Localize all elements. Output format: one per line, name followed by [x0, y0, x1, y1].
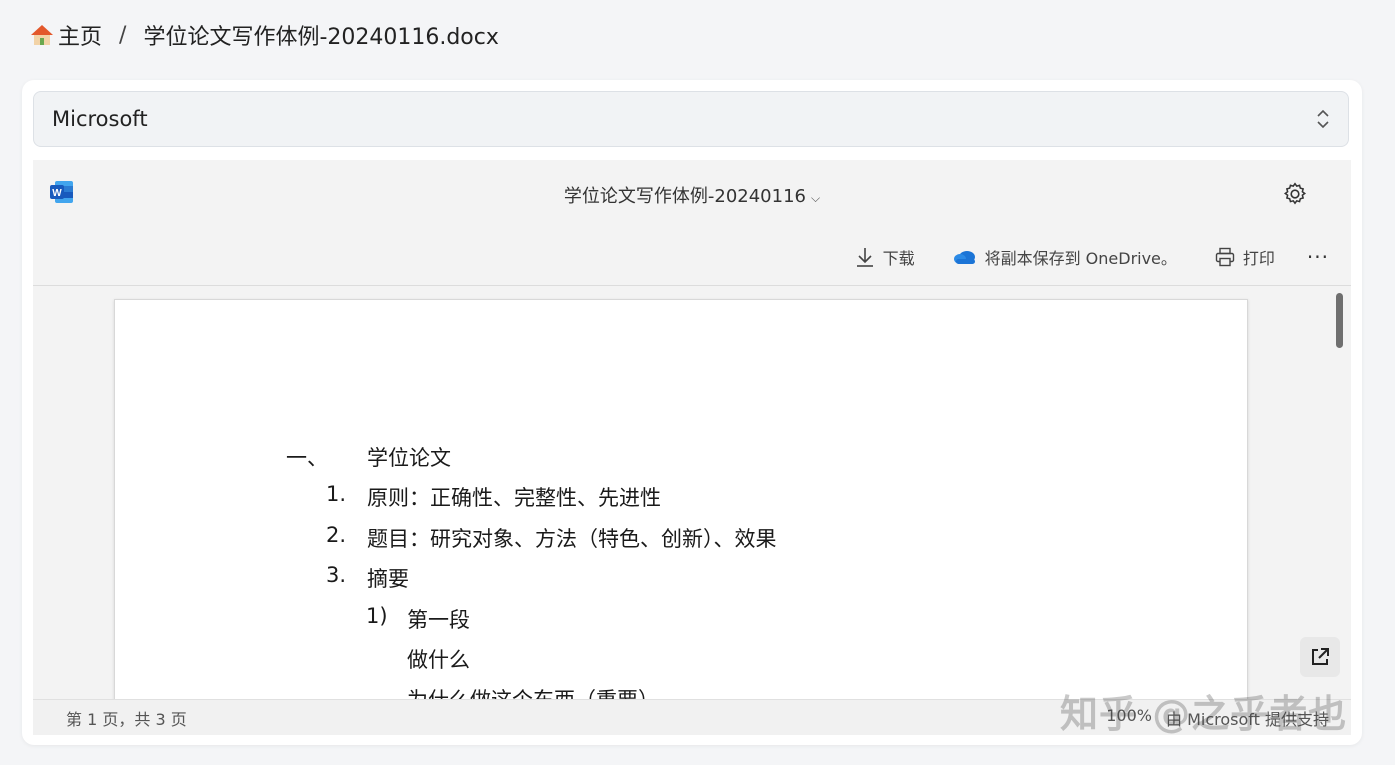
line-text: 第一段	[407, 608, 470, 632]
doc-title-dropdown[interactable]: 学位论文写作体例-20240116 ⌵	[33, 182, 1351, 208]
list-marker: 1.	[326, 482, 347, 506]
viewer-toolbar: 下载 将副本保存到 OneDrive。 打印 ···	[855, 242, 1351, 272]
scrollbar-thumb[interactable]	[1336, 293, 1343, 348]
watermark: 知乎 @之乎者也	[1060, 692, 1348, 736]
breadcrumb-separator: /	[119, 22, 127, 48]
save-onedrive-button[interactable]: 将副本保存到 OneDrive。	[953, 245, 1177, 269]
print-button[interactable]: 打印	[1215, 245, 1275, 269]
line-text: 原则：正确性、完整性、先进性	[367, 486, 661, 510]
line-text: 做什么	[407, 648, 470, 672]
provider-select-value: Microsoft	[52, 107, 148, 131]
more-options-icon[interactable]: ···	[1307, 245, 1329, 269]
viewer-header: W 学位论文写作体例-20240116 ⌵ 下载 将副本保存到 OneDrive…	[33, 160, 1351, 286]
onedrive-icon	[953, 251, 975, 264]
document-page: 一、 学位论文 1. 原则：正确性、完整性、先进性 2. 题目：研究对象、方法（…	[114, 299, 1248, 699]
save-onedrive-label: 将副本保存到 OneDrive。	[984, 249, 1177, 268]
chevron-updown-icon	[1317, 109, 1329, 129]
page-info: 第 1 页，共 3 页	[66, 709, 187, 729]
line-text: 为什么做这个东西（重要）	[407, 684, 659, 699]
line-text: 摘要	[367, 567, 409, 591]
list-marker: 2.	[326, 523, 347, 547]
document-area[interactable]: 一、 学位论文 1. 原则：正确性、完整性、先进性 2. 题目：研究对象、方法（…	[33, 286, 1351, 699]
list-marker: 1)	[366, 604, 388, 628]
printer-icon	[1215, 247, 1235, 267]
open-external-button[interactable]	[1300, 637, 1340, 677]
preview-card: Microsoft W 学位论文写作体例-20240116 ⌵ 下载 将副本保存…	[22, 80, 1362, 745]
list-marker: 3.	[326, 563, 347, 587]
chevron-down-icon: ⌵	[811, 191, 821, 205]
download-icon	[856, 248, 873, 267]
word-viewer: W 学位论文写作体例-20240116 ⌵ 下载 将副本保存到 OneDrive…	[33, 160, 1351, 735]
line-text: 题目：研究对象、方法（特色、创新）、效果	[367, 527, 777, 551]
line-text: 学位论文	[367, 446, 451, 470]
breadcrumb-home-link[interactable]: 主页	[58, 19, 102, 51]
breadcrumb: 主页 / 学位论文写作体例-20240116.docx	[30, 19, 499, 51]
download-label: 下载	[882, 249, 915, 268]
provider-select[interactable]: Microsoft	[33, 91, 1349, 147]
doc-title: 学位论文写作体例-20240116	[563, 186, 806, 207]
breadcrumb-current-file: 学位论文写作体例-20240116.docx	[143, 25, 499, 50]
list-marker: 一、	[286, 446, 328, 470]
home-icon[interactable]	[30, 23, 54, 47]
external-link-icon	[1312, 648, 1329, 665]
gear-icon[interactable]	[1282, 181, 1308, 207]
download-button[interactable]: 下载	[855, 245, 915, 269]
print-label: 打印	[1242, 249, 1275, 268]
